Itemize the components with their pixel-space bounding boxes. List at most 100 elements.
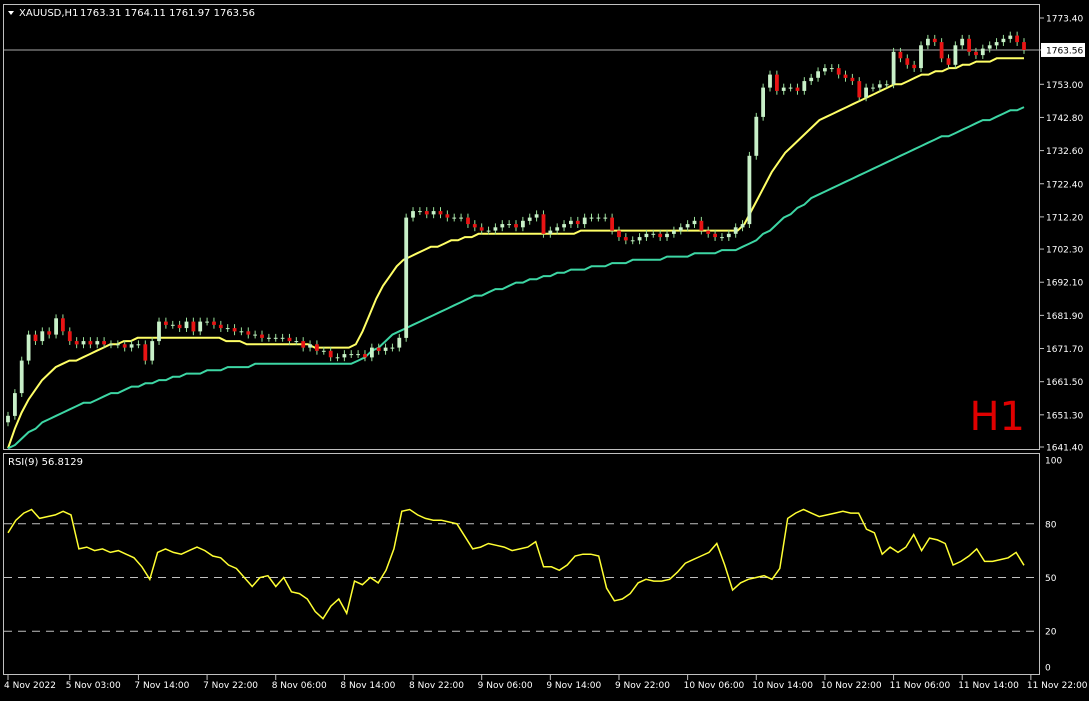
candle-body[interactable] [294,341,299,343]
candle-body[interactable] [301,341,306,348]
candle-body[interactable] [877,84,882,88]
candle-body[interactable] [418,211,422,213]
candle-body[interactable] [623,237,628,241]
candle-body[interactable] [974,51,978,56]
candle-body[interactable] [850,77,855,82]
candle-body[interactable] [967,38,971,52]
candle-body[interactable] [891,51,896,85]
candle-body[interactable] [953,45,958,65]
candle-body[interactable] [699,220,704,231]
candle-body[interactable] [459,217,463,219]
candle-body[interactable] [596,217,601,219]
candle-body[interactable] [102,341,106,345]
candle-body[interactable] [672,230,676,234]
candle-body[interactable] [19,360,24,394]
candle-body[interactable] [788,87,793,89]
candle-body[interactable] [349,354,354,356]
candle-body[interactable] [582,217,587,225]
candle-body[interactable] [40,331,45,342]
candle-body[interactable] [74,341,79,345]
candle-body[interactable] [321,350,326,352]
candle-body[interactable] [81,341,86,345]
candle-body[interactable] [644,233,649,238]
candle-body[interactable] [706,230,711,234]
candle-body[interactable] [122,344,127,348]
candle-body[interactable] [747,155,752,225]
candle-body[interactable] [843,74,848,78]
candle-body[interactable] [589,217,594,219]
candle-body[interactable] [445,214,450,218]
candle-body[interactable] [67,331,72,342]
candle-body[interactable] [987,45,992,49]
candle-body[interactable] [946,58,951,65]
candle-body[interactable] [795,87,800,91]
candle-body[interactable] [829,68,834,70]
candle-body[interactable] [651,233,656,235]
candle-body[interactable] [514,224,518,228]
candle-body[interactable] [218,324,223,329]
candle-body[interactable] [871,87,875,89]
candle-body[interactable] [54,318,58,335]
candle-body[interactable] [61,318,65,332]
candle-body[interactable] [685,224,690,228]
candle-body[interactable] [486,230,491,232]
candle-body[interactable] [939,42,944,59]
candle-body[interactable] [665,233,669,238]
candle-body[interactable] [267,337,271,339]
candle-body[interactable] [1015,35,1019,43]
candle-body[interactable] [356,354,360,356]
candle-body[interactable] [143,344,148,361]
candle-body[interactable] [260,334,264,338]
candle-body[interactable] [370,347,374,358]
candle-body[interactable] [521,220,525,228]
candle-body[interactable] [198,321,203,332]
candle-body[interactable] [479,227,484,231]
candle-body[interactable] [637,237,642,241]
candle-body[interactable] [692,220,697,225]
candle-body[interactable] [548,230,553,234]
candle-body[interactable] [335,357,340,359]
candle-body[interactable] [363,354,367,358]
candle-body[interactable] [541,214,546,234]
candle-body[interactable] [466,217,470,225]
candle-body[interactable] [980,48,985,56]
candle-body[interactable] [129,344,134,348]
candle-body[interactable] [603,217,608,219]
candle-body[interactable] [376,347,381,351]
candle-body[interactable] [397,337,402,348]
chart-canvas[interactable]: 1773.40 1763.56 1753.00 1742.80 1732.60 1722.… [0,0,1089,697]
candle-body[interactable] [905,58,910,65]
candle-body[interactable] [713,233,717,238]
candle-body[interactable] [836,68,841,75]
candle-body[interactable] [630,240,635,242]
candle-body[interactable] [761,87,765,117]
candle-body[interactable] [404,217,409,338]
candle-body[interactable] [823,68,827,72]
candle-body[interactable] [212,321,216,325]
candle-body[interactable] [191,321,196,332]
candle-body[interactable] [232,328,237,332]
candle-body[interactable] [809,77,814,82]
candle-body[interactable] [273,337,278,339]
candle-body[interactable] [1001,38,1006,43]
candle-body[interactable] [411,211,415,218]
candle-body[interactable] [569,220,573,225]
candle-body[interactable] [678,227,683,231]
chart-window[interactable]: 1773.40 1763.56 1753.00 1742.80 1732.60 1722.… [0,0,1089,697]
candle-body[interactable] [328,350,333,358]
candle-body[interactable] [280,337,285,339]
candle-body[interactable] [424,211,429,215]
candle-body[interactable] [932,38,937,43]
candle-body[interactable] [88,341,93,345]
candle-body[interactable] [500,224,505,228]
candle-body[interactable] [157,321,161,342]
candle-body[interactable] [768,74,772,88]
candle-body[interactable] [431,211,436,215]
candle-body[interactable] [802,81,807,91]
candle-body[interactable] [13,393,17,416]
candle-body[interactable] [493,227,498,231]
candle-body[interactable] [720,237,724,239]
candle-body[interactable] [225,328,230,330]
candle-body[interactable] [438,211,443,215]
candle-body[interactable] [315,344,319,351]
